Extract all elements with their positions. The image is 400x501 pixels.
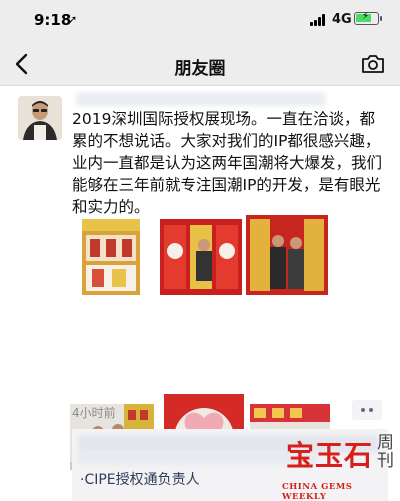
more-button[interactable] (352, 400, 382, 420)
charging-bolt-icon: ⚡ (362, 11, 370, 22)
avatar[interactable] (18, 96, 62, 140)
status-bar: 9:18 ➚ 4G ⚡ (0, 0, 400, 42)
watermark-sub: CHINA GEMS WEEKLY (282, 482, 353, 501)
post-text: 2019深圳国际授权展现场。一直在洽谈，都累的不想说话。大家对我们的IP都很感兴… (72, 110, 383, 216)
more-dots-icon (361, 408, 365, 412)
location-arrow-icon: ➚ (68, 13, 78, 26)
avatar-image (18, 96, 62, 140)
watermark-main: 宝玉石 (286, 439, 374, 472)
camera-button[interactable] (360, 52, 386, 76)
signal-icon (310, 14, 328, 26)
network-type: 4G (332, 12, 352, 27)
photo-booth-posters[interactable] (160, 219, 242, 295)
post-time: 4小时前 (72, 406, 116, 420)
watermark-side: 周刊 (377, 433, 394, 471)
photo-booth-display[interactable] (82, 219, 140, 295)
page-title: 朋友圈 (174, 59, 226, 79)
battery-icon: ⚡ (354, 11, 382, 25)
watermark-logo: 宝玉石 周刊 CHINA GEMS WEEKLY (278, 432, 400, 501)
comment-text: ·CIPE授权通负责人 (80, 472, 200, 488)
username-redacted (76, 92, 326, 106)
photo-two-visitors[interactable] (246, 215, 328, 295)
status-time: 9:18 (34, 11, 72, 29)
camera-icon (362, 55, 384, 73)
nav-bar: 朋友圈 (0, 42, 400, 86)
